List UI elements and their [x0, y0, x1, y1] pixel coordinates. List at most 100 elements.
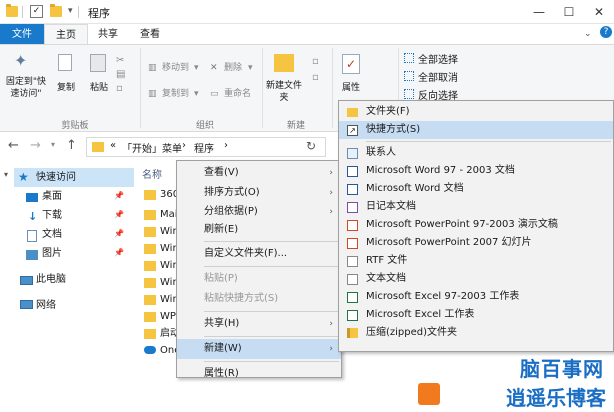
rename-icon: ▭ [210, 89, 219, 99]
nav-pictures[interactable]: 图片 [42, 244, 62, 263]
new-text-item[interactable]: 文本文档 [339, 270, 613, 288]
menu-item-new[interactable]: 新建(W) › [177, 339, 341, 359]
select-none-icon [404, 71, 414, 81]
help-icon[interactable]: ? [600, 26, 612, 38]
new-zip-item[interactable]: 压缩(zipped)文件夹 [339, 324, 613, 342]
menu-item-paste-shortcut[interactable]: 粘贴快捷方式(S) [177, 289, 341, 309]
new-folder-quick-icon[interactable] [50, 4, 62, 17]
clipboard-small-icons: ✂ ▤ ▫ [116, 55, 126, 94]
properties-quick-icon[interactable]: ✓ [30, 5, 43, 18]
paste-button[interactable]: 粘贴 [84, 82, 114, 94]
pin-quick-access-button[interactable]: 固定到"快速访问" [2, 76, 50, 100]
menu-item-view[interactable]: 查看(V) › [177, 163, 341, 183]
quick-access-dropdown-icon[interactable]: ▾ [68, 6, 73, 16]
desktop-icon [26, 193, 38, 202]
new-item-icons: ▫ ▫ [312, 56, 319, 83]
tab-share[interactable]: 共享 [88, 24, 128, 45]
nav-documents[interactable]: 文档 [42, 225, 62, 244]
tab-view[interactable]: 查看 [130, 24, 170, 45]
folder-icon [144, 190, 156, 200]
new-contact-item[interactable]: 联系人 [339, 144, 613, 162]
folder-icon [144, 329, 156, 339]
tab-home[interactable]: 主页 [44, 24, 88, 45]
divider [332, 48, 333, 128]
move-to-button[interactable]: 移动到 [162, 62, 189, 75]
zip-folder-icon [347, 328, 358, 338]
menu-separator [204, 241, 339, 242]
text-file-icon [347, 274, 358, 285]
menu-item-share[interactable]: 共享(H) › [177, 314, 341, 334]
select-none-button[interactable]: 全部取消 [418, 69, 458, 84]
new-folder-item[interactable]: 文件夹(F) [339, 103, 613, 121]
list-item[interactable]: 360 [140, 186, 179, 203]
nav-quick-access[interactable]: 快速访问 [36, 168, 76, 187]
chevron-down-icon: ▾ [194, 63, 199, 73]
breadcrumb-programs[interactable]: 程序 [194, 140, 214, 155]
folder-icon [144, 278, 156, 288]
list-item[interactable]: Win [140, 257, 179, 274]
new-shortcut-item[interactable]: ↗ 快捷方式(S) [339, 121, 613, 139]
pin-icon: 📌 [114, 229, 124, 238]
list-item[interactable]: Mai [140, 206, 178, 223]
nav-this-pc[interactable]: 此电脑 [36, 270, 66, 289]
select-all-button[interactable]: 全部选择 [418, 51, 458, 66]
menu-item-sort-by[interactable]: 排序方式(O) › [177, 183, 341, 203]
new-ppt2007-item[interactable]: Microsoft PowerPoint 2007 幻灯片 [339, 234, 613, 252]
up-button[interactable]: ↑ [66, 138, 77, 153]
onedrive-icon [144, 346, 156, 354]
list-item[interactable]: Win [140, 223, 179, 240]
expand-ribbon-icon[interactable]: ⌄ [584, 29, 592, 39]
close-button[interactable]: ✕ [584, 0, 614, 24]
nav-network[interactable]: 网络 [36, 296, 56, 315]
divider [262, 48, 263, 128]
nav-desktop[interactable]: 桌面 [42, 187, 62, 206]
forward-button[interactable]: → [30, 138, 41, 153]
excel-icon [347, 310, 358, 321]
back-button[interactable]: ← [8, 138, 19, 153]
column-header-name[interactable]: 名称 [142, 166, 162, 181]
new-folder-icon [274, 54, 294, 72]
copy-to-button[interactable]: 复制到 [162, 88, 189, 101]
invert-selection-icon [404, 89, 414, 99]
new-word97-item[interactable]: Microsoft Word 97 - 2003 文档 [339, 162, 613, 180]
new-word-item[interactable]: Microsoft Word 文档 [339, 180, 613, 198]
refresh-button[interactable]: ↻ [306, 139, 316, 153]
list-item[interactable]: 启动 [140, 325, 180, 342]
list-item[interactable]: Win [140, 291, 179, 308]
shortcut-icon: ↗ [347, 125, 358, 136]
list-item[interactable]: Win [140, 274, 179, 291]
journal-icon [347, 202, 358, 213]
menu-item-customize-folder[interactable]: 自定义文件夹(F)... [177, 244, 341, 264]
rtf-icon [347, 256, 358, 267]
new-ppt97-item[interactable]: Microsoft PowerPoint 97-2003 演示文稿 [339, 216, 613, 234]
list-item[interactable]: One [140, 342, 180, 359]
recent-locations-icon[interactable]: ▾ [51, 140, 55, 149]
tab-file[interactable]: 文件 [0, 24, 44, 45]
rename-button[interactable]: 重命名 [224, 88, 251, 101]
breadcrumb-start-menu[interactable]: 「开始」菜单 [122, 140, 182, 155]
new-folder-button[interactable]: 新建文件夹 [264, 80, 304, 104]
folder-icon [144, 210, 156, 220]
paste-icon [90, 54, 106, 72]
new-rtf-item[interactable]: RTF 文件 [339, 252, 613, 270]
properties-button[interactable]: 属性 [336, 82, 366, 94]
list-item[interactable]: Win [140, 240, 179, 257]
breadcrumb-overflow[interactable]: « [110, 140, 116, 151]
menu-item-properties[interactable]: 属性(R) [177, 364, 341, 384]
minimize-button[interactable]: — [524, 0, 554, 24]
new-excel-item[interactable]: Microsoft Excel 工作表 [339, 306, 613, 324]
menu-item-paste[interactable]: 粘贴(P) [177, 269, 341, 289]
computer-icon [20, 276, 33, 285]
delete-button[interactable]: 删除 [224, 62, 242, 75]
clipboard-group-label: 剪贴板 [61, 121, 89, 131]
window-title: 程序 [88, 7, 110, 20]
network-icon [20, 300, 33, 309]
menu-item-refresh[interactable]: 刷新(E) [177, 221, 341, 239]
new-journal-item[interactable]: 日记本文档 [339, 198, 613, 216]
nav-downloads[interactable]: 下载 [42, 206, 62, 225]
context-menu: 查看(V) › 排序方式(O) › 分组依据(P) › 刷新(E) 自定义文件夹(F)… [176, 160, 342, 379]
maximize-button[interactable]: ☐ [554, 0, 584, 24]
copy-button[interactable]: 复制 [52, 82, 80, 94]
menu-item-group-by[interactable]: 分组依据(P) › [177, 203, 341, 221]
new-excel97-item[interactable]: Microsoft Excel 97-2003 工作表 [339, 288, 613, 306]
